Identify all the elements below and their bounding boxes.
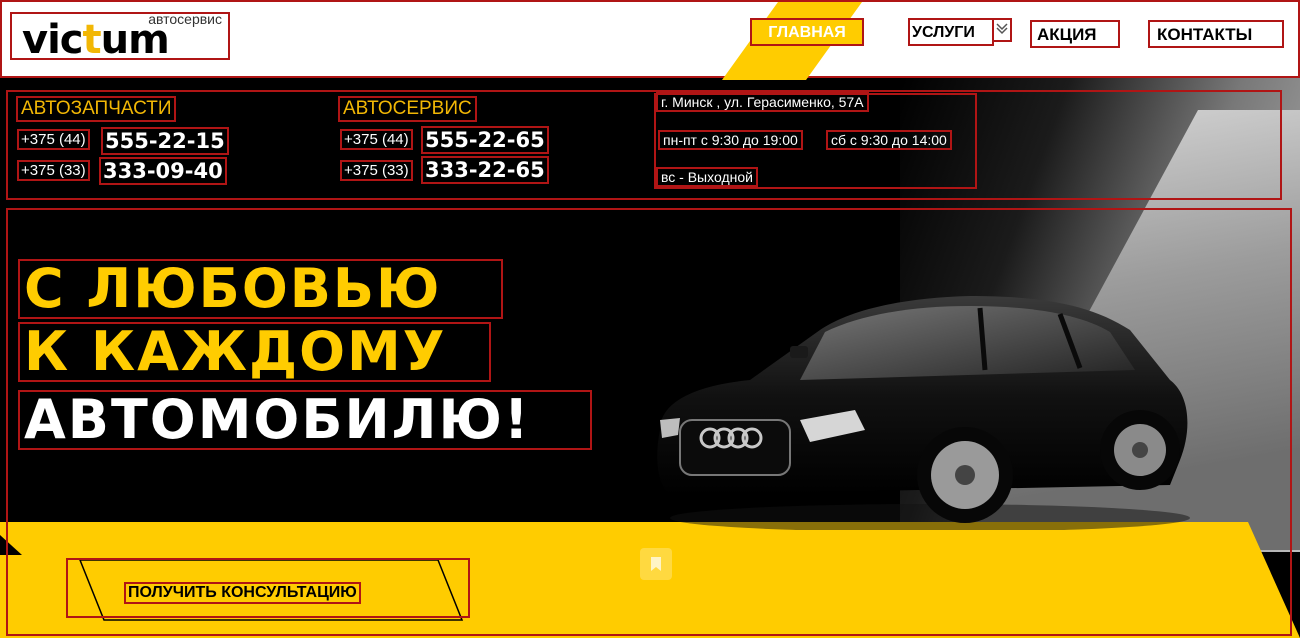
service-phone-2-number[interactable]: 333-22-65 xyxy=(421,156,549,184)
hero-headline-line-3: АВТОМОБИЛЮ! xyxy=(18,390,592,450)
service-phone-2-prefix[interactable]: +375 (33) xyxy=(340,160,413,181)
parts-phone-1-number[interactable]: 555-22-15 xyxy=(101,127,229,155)
address: г. Минск , ул. Герасименко, 57А xyxy=(656,92,869,112)
logo-subtitle: автосервис xyxy=(148,11,222,27)
nav-contacts[interactable]: КОНТАКТЫ xyxy=(1148,20,1284,48)
nav-promo[interactable]: АКЦИЯ xyxy=(1030,20,1120,48)
parts-phone-2-prefix[interactable]: +375 (33) xyxy=(17,160,90,181)
parts-phone-1-prefix[interactable]: +375 (44) xyxy=(17,129,90,150)
car-image xyxy=(657,296,1190,530)
service-phone-1-prefix[interactable]: +375 (44) xyxy=(340,129,413,150)
parts-phone-2-number[interactable]: 333-09-40 xyxy=(99,157,227,185)
service-phone-1-number[interactable]: 555-22-65 xyxy=(421,126,549,154)
parts-title: АВТОЗАПЧАСТИ xyxy=(16,96,177,122)
service-title: АВТОСЕРВИС xyxy=(338,96,477,122)
hero-headline-line-1: С ЛЮБОВЬЮ xyxy=(18,259,503,319)
nav-home[interactable]: ГЛАВНАЯ xyxy=(750,18,864,46)
hero-headline-line-2: К КАЖДОМУ xyxy=(18,322,491,382)
chevron-down-icon[interactable] xyxy=(992,18,1012,42)
hours-saturday: сб с 9:30 до 14:00 xyxy=(826,130,952,150)
logo-wordmark: victum xyxy=(22,17,170,63)
bookmark-icon[interactable] xyxy=(640,548,672,580)
logo[interactable]: victum автосервис xyxy=(10,11,230,63)
nav-services[interactable]: УСЛУГИ xyxy=(908,18,994,46)
hours-weekdays: пн-пт с 9:30 до 19:00 xyxy=(658,130,803,150)
hours-sunday: вс - Выходной xyxy=(656,167,758,187)
cta-button-label[interactable]: ПОЛУЧИТЬ КОНСУЛЬТАЦИЮ xyxy=(124,582,361,604)
